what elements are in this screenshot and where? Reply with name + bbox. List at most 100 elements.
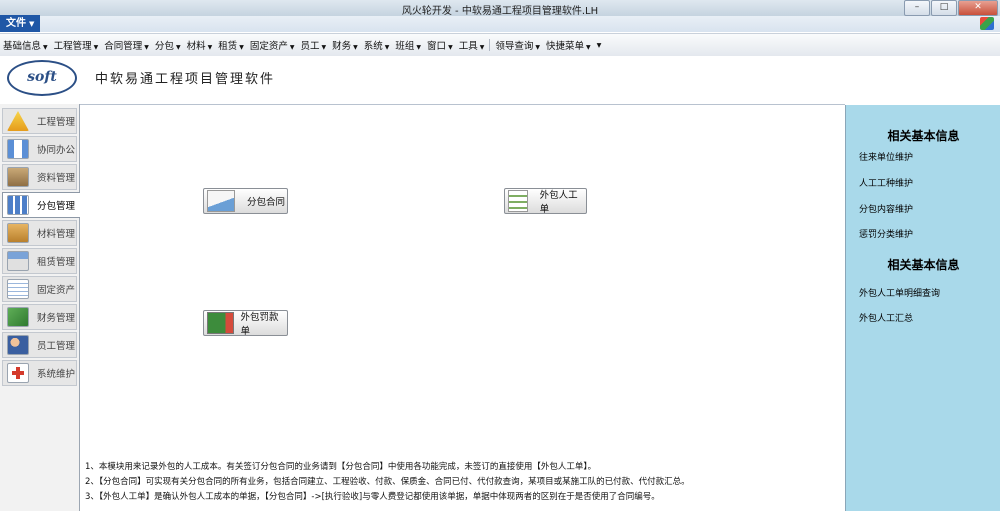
link-labor-type-maintenance[interactable]: 人工工种维护 — [859, 176, 913, 189]
note-line: 1、本模块用来记录外包的人工成本。有关签订分包合同的业务请到【分包合同】中使用各… — [85, 462, 597, 472]
menu-bar: 基础信息 ▼ 工程管理 ▼ 合同管理 ▼ 分包 ▼ 材料 ▼ 租赁 ▼ 固定资产 ▼ 员工 ▼ … — [0, 33, 1000, 57]
menu-shortcuts[interactable]: 快捷菜单 ▼ — [543, 38, 594, 52]
sidebar-item-fixed-assets[interactable]: 固定资产 — [2, 276, 77, 302]
menu-label: 分包 — [154, 41, 174, 52]
outsourced-labor-sheet-button[interactable]: 外包人工单 — [504, 188, 587, 215]
sidebar-item-docs[interactable]: 资料管理 — [2, 164, 77, 190]
chevron-down-icon: ▼ — [175, 44, 181, 51]
file-menu-button[interactable]: 文件 ▼ — [0, 15, 40, 32]
section-title: 相关基本信息 — [887, 129, 960, 143]
menu-contract[interactable]: 合同管理 ▼ — [101, 38, 152, 52]
chevron-down-icon: ▼ — [29, 20, 35, 28]
menu-project[interactable]: 工程管理 ▼ — [51, 38, 102, 52]
menu-lease[interactable]: 租赁 ▼ — [215, 38, 247, 52]
menu-tools[interactable]: 工具 ▼ — [456, 38, 488, 52]
labor-sheet-icon — [508, 190, 528, 212]
button-label: 分包合同 — [247, 197, 286, 208]
menu-fixed-assets[interactable]: 固定资产 ▼ — [247, 38, 298, 52]
sidebar-item-label: 员工管理 — [37, 341, 76, 352]
document-icon — [7, 279, 29, 299]
button-label: 外包罚款单 — [240, 312, 279, 337]
sidebar-item-subcontract[interactable]: 分包管理 — [2, 192, 80, 218]
menu-overflow-button[interactable]: ▾ — [594, 40, 605, 51]
app-icon[interactable] — [980, 17, 994, 30]
ribbon-strip — [0, 16, 1000, 32]
chevron-down-icon: ▼ — [93, 44, 99, 51]
sidebar-item-label: 分包管理 — [37, 201, 76, 212]
menu-system[interactable]: 系统 ▼ — [361, 38, 393, 52]
menu-subcontract[interactable]: 分包 ▼ — [152, 38, 184, 52]
note-line: 2、【分包合同】可实现有关分包合同的所有业务，包括合同建立、工程验收、付款、保质… — [85, 477, 690, 487]
logo: soft easy — [7, 60, 77, 116]
minimize-button[interactable]: – — [904, 0, 930, 16]
sidebar: 工程管理 协同办公 资料管理 分包管理 材料管理 租赁管理 固定资产 财务管理 … — [0, 104, 80, 511]
menu-staff[interactable]: 员工 ▼ — [297, 38, 329, 52]
chevron-down-icon: ▼ — [416, 44, 422, 51]
related-info-panel: 相关基本信息 往来单位维护 人工工种维护 分包内容维护 惩罚分类维护 相关基本信… — [845, 105, 1000, 511]
sidebar-item-label: 工程管理 — [37, 117, 76, 128]
chevron-down-icon: ▼ — [353, 44, 358, 51]
menu-label: 班组 — [395, 41, 415, 52]
menu-material[interactable]: 材料 ▼ — [184, 38, 216, 52]
link-subcontract-content-maintenance[interactable]: 分包内容维护 — [859, 202, 913, 215]
chevron-down-icon: ▼ — [43, 44, 48, 51]
warning-triangle-icon — [7, 111, 29, 131]
sidebar-item-lease[interactable]: 租赁管理 — [2, 248, 77, 274]
button-label: 外包人工单 — [539, 190, 578, 215]
menu-label: 系统 — [363, 41, 383, 52]
menu-finance[interactable]: 财务 ▼ — [329, 38, 361, 52]
menu-label: 财务 — [332, 41, 352, 52]
module-notes: 1、本模块用来记录外包的人工成本。有关签订分包合同的业务请到【分包合同】中使用各… — [85, 460, 840, 505]
sidebar-item-label: 固定资产 — [37, 285, 76, 296]
chevron-down-icon: ▼ — [585, 44, 591, 51]
menu-basic-info[interactable]: 基础信息 ▼ — [0, 38, 51, 52]
outsourced-penalty-button[interactable]: 外包罚款单 — [203, 310, 288, 337]
chevron-down-icon: ▼ — [289, 44, 295, 51]
menu-label: 快捷菜单 — [545, 41, 584, 52]
chevron-down-icon: ▼ — [207, 44, 213, 51]
sidebar-item-label: 系统维护 — [37, 369, 76, 380]
chevron-down-icon: ▼ — [448, 44, 453, 51]
menu-label: 固定资产 — [249, 41, 288, 52]
sidebar-item-staff[interactable]: 员工管理 — [2, 332, 77, 358]
sidebar-item-project[interactable]: 工程管理 — [2, 108, 77, 134]
link-labor-sheet-detail-query[interactable]: 外包人工单明细查询 — [859, 286, 940, 299]
chevron-down-icon: ▼ — [384, 44, 390, 51]
archive-icon — [7, 167, 29, 187]
chevron-down-icon: ▼ — [479, 44, 485, 51]
link-labor-summary[interactable]: 外包人工汇总 — [859, 311, 913, 324]
menu-leader-query[interactable]: 领导查询 ▼ — [492, 38, 543, 52]
maximize-button[interactable]: □ — [931, 0, 957, 16]
menu-separator — [489, 39, 491, 51]
close-button[interactable]: ✕ — [958, 0, 998, 16]
menu-label: 领导查询 — [495, 41, 534, 52]
title-bar: 风火轮开发 - 中软易通工程项目管理软件.LH – □ ✕ — [0, 0, 1000, 17]
sidebar-item-material[interactable]: 材料管理 — [2, 220, 77, 246]
menu-label: 窗口 — [427, 41, 447, 52]
menu-label: 员工 — [300, 41, 320, 52]
sidebar-item-label: 财务管理 — [37, 313, 76, 324]
sidebar-item-label: 资料管理 — [37, 173, 76, 184]
section-title: 相关基本信息 — [887, 258, 960, 272]
menu-label: 工具 — [458, 41, 478, 52]
main-panel: 分包合同 外包人工单 外包罚款单 1、本模块用来记录外包的人工成本。有关签订分包… — [80, 104, 845, 512]
cross-horizontal — [12, 371, 24, 375]
chevron-down-icon: ▼ — [239, 44, 244, 51]
sidebar-item-system[interactable]: 系统维护 — [2, 360, 77, 386]
menu-team[interactable]: 班组 ▼ — [392, 38, 424, 52]
window-controls: – □ ✕ — [904, 0, 998, 16]
menu-label: 租赁 — [218, 41, 238, 52]
window-title: 风火轮开发 - 中软易通工程项目管理软件.LH — [401, 6, 599, 17]
sidebar-item-office[interactable]: 协同办公 — [2, 136, 77, 162]
menu-window[interactable]: 窗口 ▼ — [424, 38, 456, 52]
menu-label: 合同管理 — [104, 41, 143, 52]
sidebar-item-label: 材料管理 — [37, 229, 76, 240]
box-icon — [7, 223, 29, 243]
chevron-down-icon: ▼ — [144, 44, 149, 51]
note-line: 3、【外包人工单】是确认外包人工成本的单据，【分包合同】->[执行验收]与零人费… — [85, 492, 660, 502]
calculator-icon — [7, 251, 29, 271]
link-penalty-category-maintenance[interactable]: 惩罚分类维护 — [859, 227, 913, 240]
link-partner-maintenance[interactable]: 往来单位维护 — [859, 150, 913, 163]
subcontract-contract-button[interactable]: 分包合同 — [203, 188, 288, 214]
sidebar-item-finance[interactable]: 财务管理 — [2, 304, 77, 330]
